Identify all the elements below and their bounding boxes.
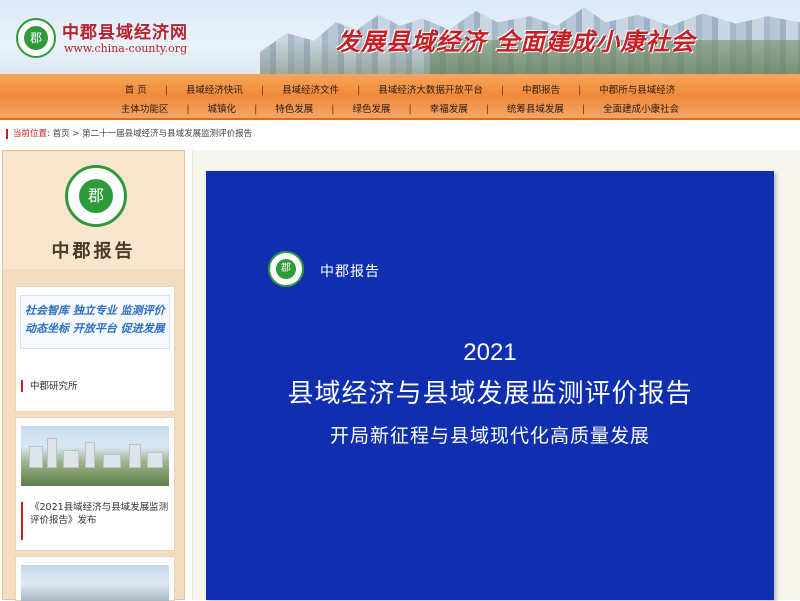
cover-brand: 中郡报告 xyxy=(320,264,380,280)
slogan-line: 社会智库 独立专业 监测评价 xyxy=(25,304,165,317)
nav-separator: | xyxy=(331,104,335,115)
slogan-line: 动态坐标 开放平台 促进发展 xyxy=(25,322,165,335)
building-shape xyxy=(147,452,163,468)
cover-year: 2021 xyxy=(463,339,517,366)
card-marker xyxy=(21,502,23,540)
site-logo[interactable]: 郡 xyxy=(16,18,56,58)
nav-item-documents[interactable]: 县域经济文件 xyxy=(274,82,347,96)
cover-logo: 郡 xyxy=(268,251,304,287)
cover-subtitle: 开局新征程与县域现代化高质量发展 xyxy=(329,425,650,447)
building-shape xyxy=(129,444,141,468)
nav-row-secondary: 主体功能区 | 城镇化 | 特色发展 | 绿色发展 | 幸福发展 | 统筹县域发展 | 全面建成小康社会 xyxy=(0,101,800,115)
nav-item-news[interactable]: 县域经济快讯 xyxy=(178,82,251,96)
site-name[interactable]: 中郡县域经济网 xyxy=(62,18,188,43)
sidebar-logo: 郡 xyxy=(65,165,127,227)
report-cover-image[interactable]: 郡 中郡报告 2021 县域经济与县域发展监测评价报告 开局新征程与县域现代化高… xyxy=(206,171,774,600)
nav-separator: | xyxy=(254,104,258,115)
nav-item-urbanization[interactable]: 城镇化 xyxy=(200,101,245,115)
logo-char: 郡 xyxy=(24,26,48,50)
building-shape xyxy=(103,454,121,468)
nav-separator: | xyxy=(408,104,412,115)
nav-item-functional-zones[interactable]: 主体功能区 xyxy=(113,101,177,115)
nav-separator: | xyxy=(485,104,489,115)
sidebar-card-more[interactable] xyxy=(15,556,175,601)
breadcrumb-home-link[interactable]: 首页 xyxy=(53,129,70,139)
building-shape xyxy=(63,450,79,468)
main-nav: 首 页 | 县域经济快讯 | 县域经济文件 | 县域经济大数据开放平台 | 中郡报告 | 中郡所与县… xyxy=(0,74,800,120)
building-shape xyxy=(85,442,95,468)
sidebar-card-institute[interactable]: 社会智库 独立专业 监测评价 动态坐标 开放平台 促进发展 中郡研究所 xyxy=(15,286,175,412)
site-url[interactable]: www.china-county.org xyxy=(64,42,187,55)
nav-item-institute[interactable]: 中郡所与县域经济 xyxy=(591,82,683,96)
nav-separator: | xyxy=(260,85,265,96)
cover-title: 县域经济与县域发展监测评价报告 xyxy=(287,379,693,409)
nav-item-coordinated[interactable]: 统筹县域发展 xyxy=(499,101,572,115)
cover-logo-char: 郡 xyxy=(276,259,296,279)
sidebar: 郡 中郡报告 社会智库 独立专业 监测评价 动态坐标 开放平台 促进发展 中郡研… xyxy=(2,150,185,601)
nav-item-reports[interactable]: 中郡报告 xyxy=(514,82,568,96)
county-aerial-photo xyxy=(21,426,169,486)
nav-separator: | xyxy=(357,85,361,96)
card-caption-link[interactable]: 中郡研究所 xyxy=(30,380,78,393)
nav-item-green[interactable]: 绿色发展 xyxy=(344,101,398,115)
nav-row-primary: 首 页 | 县域经济快讯 | 县域经济文件 | 县域经济大数据开放平台 | 中郡报告 | 中郡所与县… xyxy=(0,82,800,96)
building-shape xyxy=(29,446,43,468)
breadcrumb-separator: > xyxy=(72,129,80,139)
sidebar-header: 郡 中郡报告 xyxy=(3,151,184,269)
breadcrumb-current: 第二十一届县域经济与县域发展监测评价报告 xyxy=(82,129,253,139)
nav-separator: | xyxy=(164,85,168,96)
nav-item-home[interactable]: 首 页 xyxy=(117,82,155,96)
card-marker xyxy=(21,380,23,392)
card-caption-link[interactable]: 《2021县域经济与县域发展监测评价报告》发布 xyxy=(30,501,172,527)
city-photo xyxy=(21,565,169,601)
nav-separator: | xyxy=(186,104,190,115)
site-header: 郡 中郡县域经济网 www.china-county.org 发展县域经济 全面… xyxy=(0,0,800,74)
nav-item-happiness[interactable]: 幸福发展 xyxy=(422,101,476,115)
nav-separator: | xyxy=(578,85,582,96)
header-slogan: 发展县域经济 全面建成小康社会 xyxy=(336,28,696,56)
breadcrumb-marker xyxy=(6,128,8,139)
sidebar-logo-char: 郡 xyxy=(79,179,113,213)
building-shape xyxy=(47,438,57,468)
nav-separator: | xyxy=(581,104,586,115)
nav-separator: | xyxy=(500,85,505,96)
nav-item-moderately-prosperous[interactable]: 全面建成小康社会 xyxy=(595,101,687,115)
sidebar-card-report-release[interactable]: 《2021县域经济与县域发展监测评价报告》发布 xyxy=(15,417,175,551)
institute-slogan-banner: 社会智库 独立专业 监测评价 动态坐标 开放平台 促进发展 xyxy=(20,295,170,349)
nav-item-bigdata[interactable]: 县域经济大数据开放平台 xyxy=(370,82,491,96)
breadcrumb-label: 当前位置: xyxy=(13,129,50,139)
nav-item-characteristic[interactable]: 特色发展 xyxy=(267,101,321,115)
breadcrumb: 当前位置: 首页 > 第二十一届县域经济与县域发展监测评价报告 xyxy=(6,127,252,139)
sidebar-title: 中郡报告 xyxy=(51,241,136,262)
